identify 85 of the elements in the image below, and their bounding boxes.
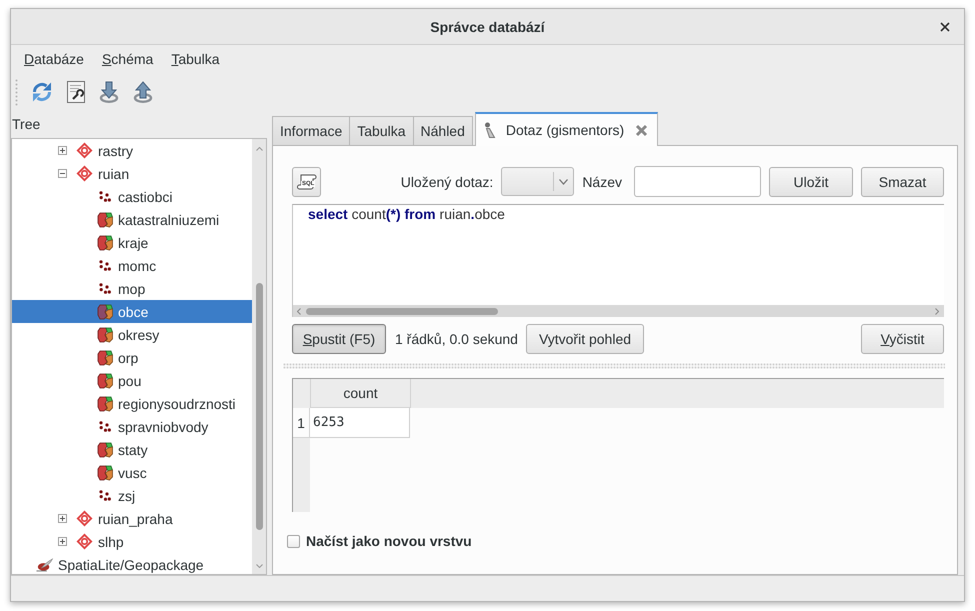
minus-box-icon[interactable] (58, 169, 66, 178)
document-wrench-icon[interactable] (67, 81, 85, 103)
polygons-icon (96, 212, 112, 228)
name-label: Název (582, 174, 622, 190)
menu-item[interactable]: Schéma (92, 49, 162, 69)
arrow-up-icon[interactable] (133, 81, 153, 103)
saved-query-dropdown[interactable] (501, 167, 574, 196)
tree-item[interactable]: mop (12, 277, 252, 300)
clear-button[interactable]: Vyčistit (861, 324, 944, 354)
tree-item[interactable]: rastry (12, 139, 252, 162)
dots-icon (98, 490, 110, 501)
tree-item[interactable]: momc (12, 254, 252, 277)
scroll-right-icon[interactable] (935, 308, 939, 314)
dots-icon (98, 191, 110, 202)
tree-item[interactable]: slhp (12, 530, 252, 553)
tree-item[interactable]: ruian_praha (12, 507, 252, 530)
tree-item[interactable]: vusc (12, 461, 252, 484)
scrollbar-thumb[interactable] (306, 308, 498, 314)
dots-icon (98, 283, 110, 294)
saved-query-label: Uložený dotaz: (400, 174, 494, 190)
tree-item[interactable]: castiobci (12, 185, 252, 208)
tree-item[interactable]: staty (12, 438, 252, 461)
column-header[interactable]: count (311, 379, 411, 408)
polygons-icon (96, 396, 112, 412)
tree-item[interactable]: okresy (12, 323, 252, 346)
grip-icon[interactable] (15, 78, 18, 106)
create-view-button[interactable]: Vytvořit pohled (526, 324, 644, 354)
save-button[interactable]: Uložit (769, 166, 853, 196)
delete-button[interactable]: Smazat (861, 166, 944, 196)
refresh-icon[interactable] (31, 81, 53, 103)
menu-item[interactable]: Tabulka (162, 49, 229, 69)
checkbox-label[interactable]: Načíst jako novou vrstvu (306, 533, 472, 549)
checkbox[interactable] (287, 534, 300, 548)
polygons-icon (96, 372, 112, 388)
status-text: 1 řádků, 0.0 sekund (395, 331, 518, 347)
run-button[interactable]: Spustit (F5) (292, 324, 386, 354)
tree-item[interactable]: orp (12, 346, 252, 369)
scrollbar[interactable] (252, 139, 266, 574)
arrow-down-icon[interactable] (99, 81, 119, 103)
menu-item[interactable]: Databáze (15, 49, 93, 69)
tree-item[interactable]: ruian (12, 162, 252, 185)
tree-item[interactable]: katastralniuzemi (12, 208, 252, 231)
tree-item[interactable]: spravniobvody (12, 415, 252, 438)
splitter-handle[interactable] (283, 363, 945, 369)
close-icon[interactable] (940, 22, 950, 32)
tab[interactable]: Dotaz (gismentors) (474, 112, 658, 146)
row-number[interactable]: 1 (293, 408, 310, 438)
diamond-icon (76, 165, 93, 182)
scrollbar[interactable] (293, 305, 944, 317)
tree-item[interactable]: kraje (12, 231, 252, 254)
sql-editor[interactable]: select count(*) from ruian.obce (292, 204, 944, 317)
polygons-icon (96, 350, 112, 366)
window-title: Správce databází (430, 18, 545, 34)
table-cell: 6253 (310, 408, 410, 438)
tab[interactable]: Informace (272, 116, 350, 145)
dots-icon (98, 260, 110, 271)
tab[interactable]: Tabulka (349, 116, 414, 145)
name-input[interactable] (634, 166, 761, 197)
diamond-icon (76, 510, 93, 527)
feather-icon (36, 558, 53, 572)
polygons-icon (96, 304, 112, 320)
figure-icon (484, 122, 496, 138)
scroll-left-icon[interactable] (297, 308, 301, 314)
polygons-icon (96, 234, 112, 250)
sql-code: select count(*) from ruian.obce (308, 206, 505, 223)
polygons-icon (96, 326, 112, 342)
dots-icon (98, 421, 110, 432)
scroll-down-icon[interactable] (256, 564, 262, 568)
plus-box-icon[interactable] (58, 514, 66, 523)
tree-item[interactable]: obce (12, 300, 252, 323)
diamond-icon (76, 533, 93, 550)
polygons-icon (96, 464, 112, 480)
tree-item[interactable]: pou (12, 369, 252, 392)
scrollbar-thumb[interactable] (256, 283, 262, 530)
chevron-down-icon[interactable] (559, 178, 568, 184)
tree-item[interactable]: regionysoudrznosti (12, 392, 252, 415)
scroll-up-icon[interactable] (256, 147, 262, 151)
diamond-icon (76, 142, 93, 159)
tab[interactable]: Náhled (412, 116, 473, 145)
polygons-icon (96, 442, 112, 458)
tree-item[interactable]: zsj (12, 484, 252, 507)
plus-box-icon[interactable] (58, 537, 66, 546)
panel-title: Tree (11, 115, 42, 134)
tree-item[interactable]: SpatiaLite/Geopackage (12, 553, 252, 574)
plus-box-icon[interactable] (58, 146, 66, 155)
